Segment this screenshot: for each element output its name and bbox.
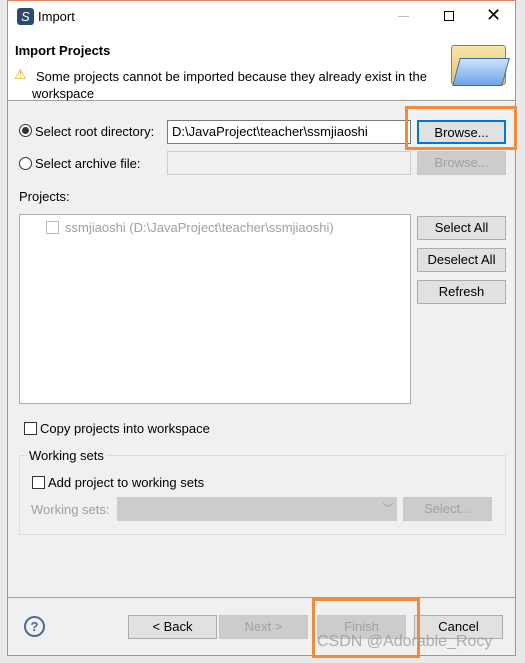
root-directory-radio[interactable] [19, 124, 32, 137]
close-button[interactable]: ✕ [486, 5, 501, 26]
watermark: CSDN @Adorable_Rocy [317, 633, 493, 650]
copy-projects-label: Copy projects into workspace [40, 421, 210, 436]
page-title: Import Projects [15, 43, 111, 58]
wizard-header: Import Projects ⚠ Some projects cannot b… [8, 33, 515, 101]
project-item-label: ssmjiaoshi (D:\JavaProject\teacher\ssmji… [65, 220, 334, 235]
footer-separator [8, 597, 515, 598]
root-directory-label: Select root directory: [35, 124, 155, 139]
next-button[interactable]: Next > [219, 615, 308, 639]
browse-highlight [405, 106, 517, 150]
warning-icon: ⚠ [14, 66, 27, 82]
refresh-button[interactable]: Refresh [417, 280, 506, 304]
eclipse-logo-icon: S [17, 8, 34, 25]
warning-message: Some projects cannot be imported because… [32, 69, 427, 101]
working-sets-group [19, 455, 506, 535]
working-sets-select-button[interactable]: Select... [403, 497, 492, 521]
back-button[interactable]: < Back [128, 615, 217, 639]
chevron-down-icon: ﹀ [382, 503, 393, 515]
help-icon[interactable]: ? [24, 616, 45, 637]
title-bar: S Import ✕ [8, 1, 515, 33]
archive-file-label: Select archive file: [35, 156, 141, 171]
working-sets-dropdown[interactable] [117, 497, 397, 521]
deselect-all-button[interactable]: Deselect All [417, 248, 506, 272]
window-title: Import [38, 9, 75, 24]
folder-icon [451, 45, 510, 86]
projects-list[interactable]: ssmjiaoshi (D:\JavaProject\teacher\ssmji… [19, 214, 411, 404]
archive-file-radio[interactable] [19, 157, 32, 170]
project-checkbox[interactable] [46, 221, 59, 234]
copy-projects-checkbox[interactable] [24, 422, 37, 435]
add-to-working-sets-label: Add project to working sets [48, 475, 205, 490]
archive-file-input[interactable] [167, 151, 411, 175]
add-to-working-sets-checkbox[interactable] [32, 476, 45, 489]
minimize-button[interactable] [398, 16, 409, 17]
projects-label: Projects: [19, 189, 70, 204]
working-sets-field-label: Working sets: [31, 502, 110, 517]
working-sets-group-label: Working sets [27, 448, 106, 463]
select-all-button[interactable]: Select All [417, 216, 506, 240]
maximize-button[interactable] [444, 11, 454, 21]
root-directory-input[interactable]: D:\JavaProject\teacher\ssmjiaoshi [167, 120, 411, 144]
import-dialog: S Import ✕ Import Projects ⚠ Some projec… [7, 0, 517, 658]
browse-archive-button[interactable]: Browse... [417, 151, 506, 175]
